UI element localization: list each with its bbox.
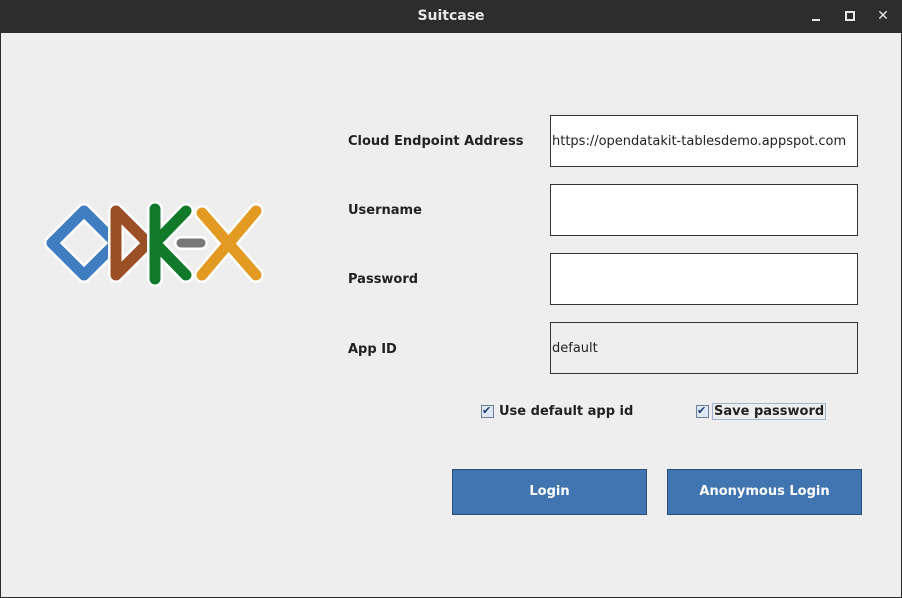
close-button[interactable]: ✕ bbox=[868, 0, 898, 33]
maximize-icon bbox=[845, 11, 855, 21]
use-default-app-id-checkbox[interactable]: ✔ Use default app id bbox=[481, 404, 634, 419]
checkmark-icon: ✔ bbox=[482, 404, 492, 417]
minimize-button[interactable] bbox=[801, 0, 831, 33]
login-panel: Cloud Endpoint Address Username Password… bbox=[1, 33, 901, 597]
app-id-field bbox=[550, 322, 858, 374]
checkmark-icon: ✔ bbox=[697, 404, 707, 417]
close-icon: ✕ bbox=[877, 8, 889, 24]
use-default-app-id-label[interactable]: Use default app id bbox=[498, 404, 634, 419]
cloud-endpoint-label: Cloud Endpoint Address bbox=[348, 134, 524, 149]
cloud-endpoint-field[interactable] bbox=[550, 115, 858, 167]
checkbox-box[interactable]: ✔ bbox=[696, 404, 709, 418]
window-titlebar[interactable]: Suitcase ✕ bbox=[0, 0, 902, 33]
maximize-button[interactable] bbox=[835, 0, 865, 33]
cloud-endpoint-input[interactable] bbox=[551, 116, 857, 166]
password-field[interactable] bbox=[550, 253, 858, 305]
app-id-input bbox=[551, 323, 857, 373]
username-label: Username bbox=[348, 203, 422, 218]
password-input[interactable] bbox=[551, 254, 857, 304]
login-button[interactable]: Login bbox=[452, 469, 647, 515]
app-id-label: App ID bbox=[348, 342, 397, 357]
save-password-label[interactable]: Save password bbox=[711, 403, 827, 420]
window-title: Suitcase bbox=[417, 8, 485, 24]
odk-x-logo bbox=[44, 201, 264, 287]
username-input[interactable] bbox=[551, 185, 857, 235]
anonymous-login-button[interactable]: Anonymous Login bbox=[667, 469, 862, 515]
minimize-icon bbox=[812, 19, 820, 21]
password-label: Password bbox=[348, 272, 419, 287]
username-field[interactable] bbox=[550, 184, 858, 236]
checkbox-box[interactable]: ✔ bbox=[481, 404, 494, 418]
save-password-checkbox[interactable]: ✔ Save password bbox=[696, 403, 827, 420]
